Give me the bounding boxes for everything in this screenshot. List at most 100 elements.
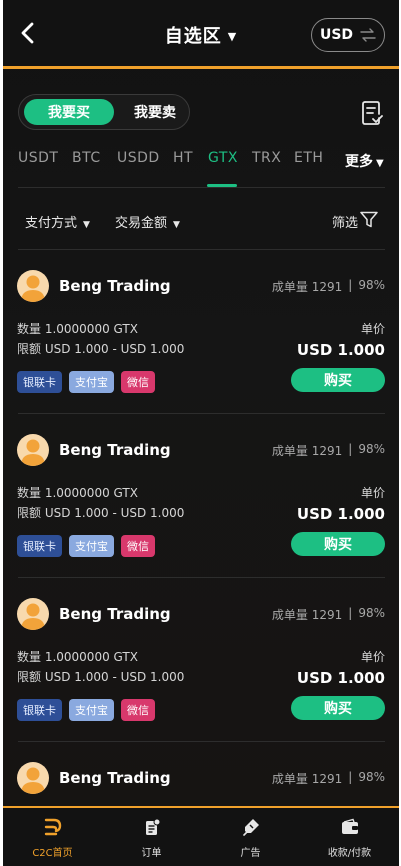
user-icon [21, 767, 45, 794]
orders-count: 成单量 1291 [271, 280, 343, 294]
orders-count: 成单量 1291 [271, 608, 343, 622]
swap-icon [360, 28, 376, 42]
nav-ads[interactable]: 广告 [201, 808, 300, 866]
title-dropdown-icon: ▼ [227, 30, 238, 43]
quantity: 数量 1.0000000 GTX [17, 486, 138, 500]
alipay-tag: 支付宝 [69, 699, 114, 721]
caret-down-icon: ▼ [173, 220, 180, 230]
tabs-divider [18, 187, 385, 188]
screen-filter-label: 筛选 [332, 216, 359, 231]
orders-count: 成单量 1291 [271, 444, 343, 458]
avatar[interactable] [17, 434, 49, 466]
page-title-text: 自选区 [164, 26, 222, 47]
completion-rate: 98% [358, 606, 385, 620]
avatar[interactable] [17, 762, 49, 794]
merchant-name[interactable]: Beng Trading [59, 441, 171, 459]
buy-button[interactable]: 购买 [291, 368, 385, 392]
payment-methods: 银联卡 支付宝 微信 [17, 371, 155, 393]
orders-icon [145, 818, 160, 835]
buy-button[interactable]: 购买 [291, 532, 385, 556]
quantity: 数量 1.0000000 GTX [17, 322, 138, 336]
currency-switch-button[interactable]: USD [311, 18, 385, 52]
listing-card: Beng Trading 成单量 1291 | 98% 数量 1.0000000… [3, 250, 399, 414]
merchant-name[interactable]: Beng Trading [59, 605, 171, 623]
completion-rate: 98% [358, 442, 385, 456]
price: USD 1.000 [296, 341, 385, 359]
unionpay-tag: 银联卡 [17, 371, 62, 393]
alipay-tag: 支付宝 [69, 371, 114, 393]
ads-icon [242, 819, 259, 836]
nav-c2c-home[interactable]: C2C首页 [3, 808, 102, 866]
tab-eth[interactable]: ETH [294, 150, 323, 166]
trade-amount-label: 交易金额 [115, 216, 168, 231]
tab-gtx[interactable]: GTX [208, 150, 238, 166]
merchant-stats: 成单量 1291 | 98% [272, 770, 385, 787]
merchant-name[interactable]: Beng Trading [59, 277, 171, 295]
coin-tabs: USDT BTC USDD HT GTX TRX ETH [18, 150, 388, 176]
order-document-icon[interactable] [361, 100, 383, 126]
buy-button[interactable]: 购买 [291, 696, 385, 720]
trade-amount-filter[interactable]: 交易金额 ▼ [115, 212, 180, 231]
stats-separator: | [348, 606, 353, 620]
avatar[interactable] [17, 598, 49, 630]
price-label: 单价 [360, 650, 385, 664]
price-label: 单价 [360, 486, 385, 500]
tab-trx[interactable]: TRX [252, 150, 281, 166]
header-divider [3, 66, 399, 69]
unionpay-tag: 银联卡 [17, 535, 62, 557]
merchant-name[interactable]: Beng Trading [59, 769, 171, 787]
orders-count: 成单量 1291 [271, 772, 343, 786]
more-label: 更多 [345, 154, 373, 170]
nav-label: 订单 [141, 848, 162, 859]
payment-methods: 银联卡 支付宝 微信 [17, 535, 155, 557]
tab-usdd[interactable]: USDD [117, 150, 160, 166]
payment-method-filter[interactable]: 支付方式 ▼ [25, 212, 90, 231]
wechat-tag: 微信 [121, 371, 155, 393]
tab-btc[interactable]: BTC [72, 150, 101, 166]
listing-card: Beng Trading 成单量 1291 | 98% 数量 1.0000000… [3, 578, 399, 742]
merchant-stats: 成单量 1291 | 98% [272, 606, 385, 623]
price: USD 1.000 [296, 505, 385, 523]
stats-separator: | [348, 770, 353, 784]
c2c-screen: 自选区 ▼ USD 我要买 我要卖 USDT BTC USDD HT GTX TR… [3, 0, 399, 866]
more-coins-dropdown[interactable]: 更多 ▼ [345, 151, 384, 171]
completion-rate: 98% [358, 770, 385, 784]
limit: 限额 USD 1.000 - USD 1.000 [17, 342, 185, 356]
buy-sell-toggle: 我要买 我要卖 [18, 94, 190, 130]
tab-ht[interactable]: HT [173, 150, 193, 166]
merchant-stats: 成单量 1291 | 98% [272, 442, 385, 459]
price: USD 1.000 [296, 669, 385, 687]
nav-payments[interactable]: 收款/付款 [300, 808, 399, 866]
listing-card: Beng Trading 成单量 1291 | 98% 数量 1.0000000… [3, 414, 399, 578]
currency-label: USD [319, 27, 354, 43]
funnel-icon[interactable] [360, 211, 378, 228]
nav-orders[interactable]: 订单 [102, 808, 201, 866]
buy-tab[interactable]: 我要买 [24, 99, 114, 125]
limit: 限额 USD 1.000 - USD 1.000 [17, 670, 185, 684]
wechat-tag: 微信 [121, 699, 155, 721]
avatar[interactable] [17, 270, 49, 302]
user-icon [21, 275, 45, 302]
price-label: 单价 [360, 322, 385, 336]
wechat-tag: 微信 [121, 535, 155, 557]
payment-method-label: 支付方式 [25, 216, 78, 231]
caret-down-icon: ▼ [83, 220, 90, 230]
user-icon [21, 439, 45, 466]
unionpay-tag: 银联卡 [17, 699, 62, 721]
quantity: 数量 1.0000000 GTX [17, 650, 138, 664]
c2c-home-icon [44, 818, 61, 836]
screen-filter-button[interactable]: 筛选 [332, 212, 358, 231]
sell-tab[interactable]: 我要卖 [124, 99, 186, 125]
alipay-tag: 支付宝 [69, 535, 114, 557]
merchant-stats: 成单量 1291 | 98% [272, 278, 385, 295]
tab-usdt[interactable]: USDT [18, 150, 58, 166]
payment-methods: 银联卡 支付宝 微信 [17, 699, 155, 721]
user-icon [21, 603, 45, 630]
bottom-nav: C2C首页 订单 广告 收款/付款 [3, 806, 399, 866]
wallet-icon [341, 818, 358, 834]
stats-separator: | [348, 278, 353, 292]
nav-label: C2C首页 [32, 848, 73, 859]
chevron-down-icon: ▼ [376, 158, 384, 169]
header: 自选区 ▼ USD [3, 0, 399, 68]
completion-rate: 98% [358, 278, 385, 292]
